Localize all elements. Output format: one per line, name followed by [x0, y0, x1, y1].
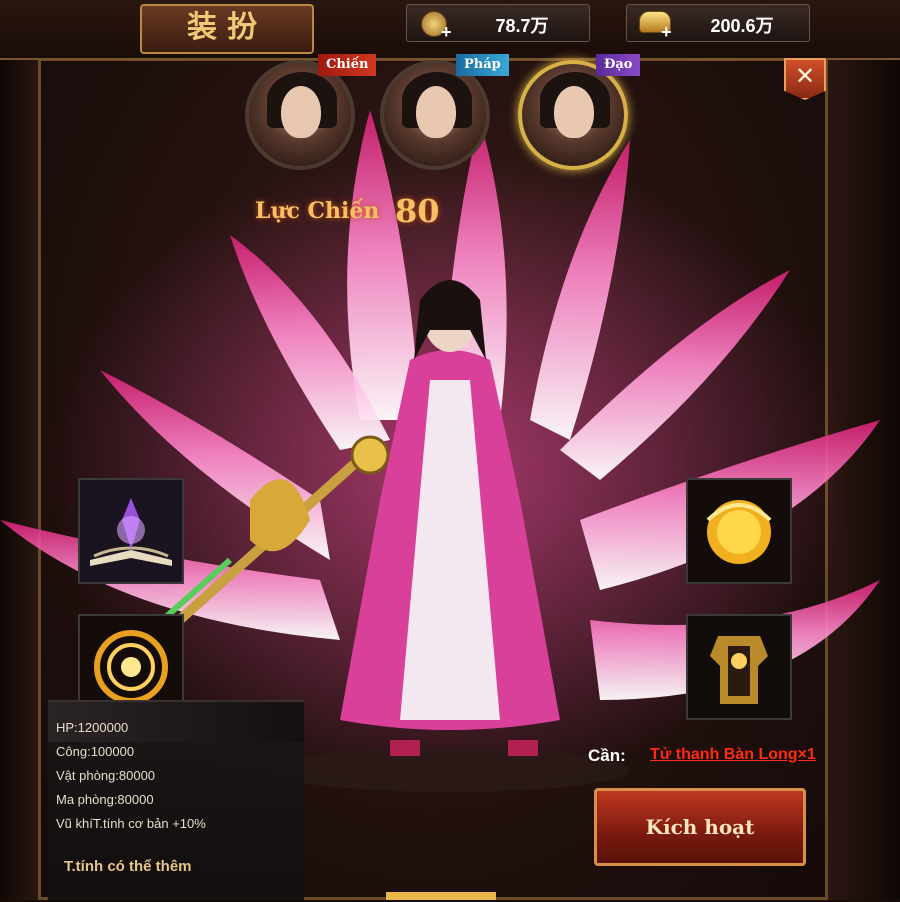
- coin-value: 78.7万: [495, 16, 549, 36]
- plus-icon[interactable]: +: [661, 23, 672, 41]
- equip-slot-book[interactable]: [78, 478, 184, 584]
- bottom-tab-indicator: [386, 892, 496, 900]
- stat-attack: Công:100000: [56, 744, 135, 759]
- face-shape: [554, 86, 594, 138]
- combat-power-label: Lực Chiến: [255, 198, 380, 224]
- ingot-value: 200.6万: [710, 16, 774, 36]
- ingot-currency[interactable]: + 200.6万: [626, 4, 810, 42]
- character-portrait-dao[interactable]: [518, 60, 628, 170]
- character-portrait-phap[interactable]: [380, 60, 490, 170]
- armor-icon: [688, 616, 790, 718]
- close-icon: ✕: [794, 63, 816, 90]
- additional-attributes-label: T.tính có thể thêm: [64, 858, 192, 875]
- stat-physical-defense: Vật phòng:80000: [56, 768, 156, 783]
- class-tag-phap: Pháp: [456, 54, 509, 76]
- sun-orb-icon: [688, 480, 790, 582]
- class-tag-chien: Chiến: [318, 54, 377, 76]
- stat-hp: HP:1200000: [56, 720, 129, 735]
- combat-power: Lực Chiến 80: [255, 192, 585, 236]
- stats-panel: HP:1200000 Công:100000 Vật phòng:80000 M…: [48, 700, 304, 902]
- stat-weapon-bonus: Vũ khíT.tính cơ bản +10%: [56, 816, 206, 831]
- requirement-label: Cần:: [588, 746, 626, 765]
- character-portrait-chien[interactable]: [245, 60, 355, 170]
- equip-slot-armor[interactable]: [686, 614, 792, 720]
- spellbook-icon: [80, 480, 182, 582]
- face-shape: [281, 86, 321, 138]
- activate-button[interactable]: Kích hoạt: [594, 788, 806, 866]
- stat-magic-defense: Ma phòng:80000: [56, 792, 154, 807]
- class-tag-dao: Đạo: [596, 54, 641, 76]
- page-title: 装扮: [140, 4, 314, 54]
- combat-power-value: 80: [395, 192, 440, 230]
- coin-currency[interactable]: + 78.7万: [406, 4, 590, 42]
- equip-slot-sun-orb[interactable]: [686, 478, 792, 584]
- plus-icon[interactable]: +: [441, 23, 452, 41]
- requirement-item-link[interactable]: Tử thanh Bàn Long×1: [650, 746, 816, 764]
- face-shape: [416, 86, 456, 138]
